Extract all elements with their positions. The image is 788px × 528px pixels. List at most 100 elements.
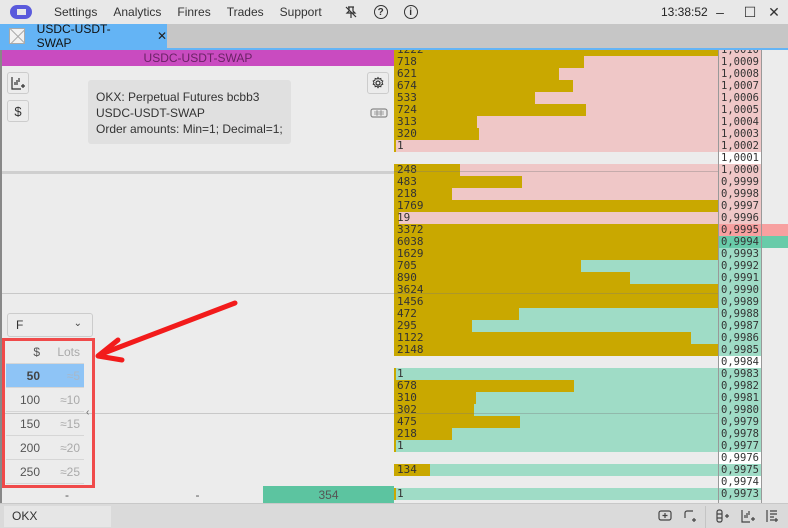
minimize-button[interactable]: – <box>711 3 729 21</box>
price-level[interactable]: 0,9987 <box>719 320 761 332</box>
orderbook-row[interactable]: 1 <box>394 140 718 152</box>
collapse-chevron-icon[interactable]: ‹ <box>86 407 89 418</box>
orderbook-row[interactable]: 718 <box>394 56 718 68</box>
menu-settings[interactable]: Settings <box>46 5 105 19</box>
add-column-icon[interactable] <box>714 508 730 524</box>
orderbook-row[interactable] <box>394 476 718 488</box>
close-window-button[interactable]: ✕ <box>765 3 783 21</box>
info-icon[interactable]: i <box>402 3 420 21</box>
orderbook-row[interactable]: 1122 <box>394 332 718 344</box>
price-level[interactable]: 0,9997 <box>719 200 761 212</box>
price-level[interactable]: 0,9983 <box>719 368 761 380</box>
price-level[interactable]: 0,9980 <box>719 404 761 416</box>
price-level[interactable]: 0,9986 <box>719 332 761 344</box>
add-chart-icon[interactable] <box>740 508 756 524</box>
orderbook-row[interactable]: 3372 <box>394 224 718 236</box>
price-level[interactable]: 1,0009 <box>719 56 761 68</box>
settings-button[interactable] <box>367 72 389 94</box>
orderbook-row[interactable]: 890 <box>394 272 718 284</box>
price-level[interactable]: 0,9990 <box>719 284 761 296</box>
exchange-button[interactable]: OKX <box>4 506 111 527</box>
orderbook-row[interactable]: 295 <box>394 320 718 332</box>
orderbook-row[interactable]: 483 <box>394 176 718 188</box>
add-list-icon[interactable] <box>764 508 780 524</box>
price-level[interactable]: 1,0004 <box>719 116 761 128</box>
tab-usdc-usdt-swap[interactable]: USDC-USDT-SWAP ✕ <box>0 22 167 50</box>
orderbook-row[interactable]: 248 <box>394 164 718 176</box>
orderbook-row[interactable]: 6038 <box>394 236 718 248</box>
help-icon[interactable]: ? <box>372 3 390 21</box>
price-level[interactable]: 0,9977 <box>719 440 761 452</box>
chart-add-button[interactable] <box>7 72 29 94</box>
price-level[interactable]: 0,9991 <box>719 272 761 284</box>
orderbook-row[interactable]: 3624 <box>394 284 718 296</box>
orderbook-row[interactable]: 533 <box>394 92 718 104</box>
menu-analytics[interactable]: Analytics <box>105 5 169 19</box>
orderbook-row[interactable]: 472 <box>394 308 718 320</box>
orderbook-row[interactable]: 218 <box>394 188 718 200</box>
price-level[interactable]: 0,9981 <box>719 392 761 404</box>
orderbook-row[interactable]: 19 <box>394 212 718 224</box>
keyboard-icon[interactable] <box>370 107 388 118</box>
price-level[interactable]: 0,9992 <box>719 260 761 272</box>
add-window-icon[interactable] <box>683 508 699 524</box>
add-screen-icon[interactable] <box>657 508 673 524</box>
orderbook-row[interactable] <box>394 152 718 164</box>
orderbook-row[interactable]: 310 <box>394 392 718 404</box>
orderbook-row[interactable]: 678 <box>394 380 718 392</box>
orderbook-row[interactable] <box>394 356 718 368</box>
tab-close-icon[interactable]: ✕ <box>157 29 167 43</box>
price-level[interactable]: 0,9974 <box>719 476 761 488</box>
price-level[interactable]: 0,9973 <box>719 488 761 500</box>
price-level[interactable]: 0,9978 <box>719 428 761 440</box>
orderbook-row[interactable]: 1 <box>394 488 718 500</box>
price-level[interactable]: 0,9975 <box>719 464 761 476</box>
orderbook-row[interactable]: 1 <box>394 368 718 380</box>
orderbook-row[interactable]: 1 <box>394 440 718 452</box>
price-level[interactable]: 0,9995 <box>719 224 761 236</box>
price-level[interactable]: 0,9996 <box>719 212 761 224</box>
price-level[interactable]: 0,9982 <box>719 380 761 392</box>
orderbook-row[interactable]: 724 <box>394 104 718 116</box>
orderbook-row[interactable]: 1629 <box>394 248 718 260</box>
orderbook-volume-column[interactable]: 1222718621674533724313320124848321817691… <box>394 50 718 503</box>
price-level[interactable]: 0,9988 <box>719 308 761 320</box>
price-level[interactable]: 1,0003 <box>719 128 761 140</box>
orderbook-row[interactable]: 674 <box>394 80 718 92</box>
orderbook-row[interactable]: 302 <box>394 404 718 416</box>
price-level[interactable]: 0,9999 <box>719 176 761 188</box>
price-level[interactable]: 0,9998 <box>719 188 761 200</box>
orderbook-row[interactable]: 134 <box>394 464 718 476</box>
price-level[interactable]: 1,0001 <box>719 152 761 164</box>
orderbook-row[interactable]: 705 <box>394 260 718 272</box>
price-level[interactable]: 1,0002 <box>719 140 761 152</box>
dollar-button[interactable]: $ <box>7 100 29 122</box>
menu-trades[interactable]: Trades <box>219 5 272 19</box>
price-level[interactable]: 1,0006 <box>719 92 761 104</box>
price-level[interactable]: 1,0000 <box>719 164 761 176</box>
price-level[interactable]: 0,9993 <box>719 248 761 260</box>
price-level[interactable]: 0,9976 <box>719 452 761 464</box>
orderbook-row[interactable]: 1769 <box>394 200 718 212</box>
orderbook-row[interactable]: 320 <box>394 128 718 140</box>
orderbook-row[interactable]: 313 <box>394 116 718 128</box>
orderbook-row[interactable]: 621 <box>394 68 718 80</box>
price-level[interactable]: 0,9979 <box>719 416 761 428</box>
orderbook-row[interactable]: 475 <box>394 416 718 428</box>
price-level[interactable]: 1,0008 <box>719 68 761 80</box>
price-level[interactable]: 0,9985 <box>719 344 761 356</box>
price-level[interactable]: 1,0005 <box>719 104 761 116</box>
menu-finres[interactable]: Finres <box>169 5 218 19</box>
orderbook-row[interactable] <box>394 452 718 464</box>
pin-off-icon[interactable] <box>342 3 360 21</box>
orderbook-price-column[interactable]: 1,0010 1,0009 1,0008 1,0007 1,0006 1,0005 1,00… <box>718 50 762 503</box>
maximize-button[interactable]: ☐ <box>741 3 759 21</box>
menu-support[interactable]: Support <box>272 5 330 19</box>
amount-mode-dropdown[interactable]: F ⌄ <box>7 313 93 337</box>
orderbook-row[interactable]: 2148 <box>394 344 718 356</box>
price-level[interactable]: 0,9994 <box>719 236 761 248</box>
price-level[interactable]: 0,9984 <box>719 356 761 368</box>
orderbook-row[interactable]: 1456 <box>394 296 718 308</box>
orderbook-row[interactable]: 218 <box>394 428 718 440</box>
price-level[interactable]: 0,9989 <box>719 296 761 308</box>
